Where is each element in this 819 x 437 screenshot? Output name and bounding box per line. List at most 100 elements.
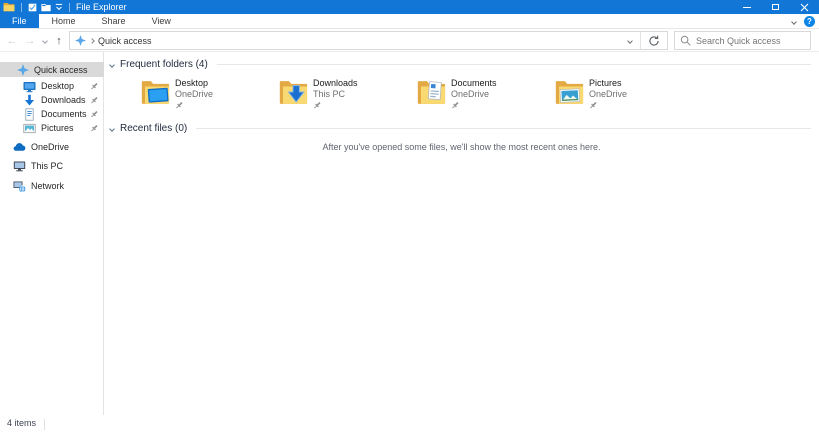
- pin-icon: [314, 101, 321, 109]
- ribbon-tab-row: File Home Share View ?: [0, 14, 819, 29]
- folder-tile-downloads[interactable]: Downloads This PC: [278, 78, 410, 115]
- sidebar-item-quick-access[interactable]: Quick access: [0, 62, 104, 77]
- window-controls: [732, 0, 819, 14]
- folder-tile-documents[interactable]: Documents OneDrive: [416, 78, 548, 115]
- sidebar-item-network[interactable]: Network: [0, 179, 104, 193]
- window-title: File Explorer: [76, 2, 127, 12]
- maximize-button[interactable]: [761, 0, 790, 14]
- breadcrumb-chevron-icon: [89, 37, 95, 44]
- status-bar: 4 items: [0, 415, 819, 437]
- tile-name: Desktop: [175, 78, 209, 88]
- sidebar-item-label: OneDrive: [31, 142, 70, 152]
- tile-name: Downloads: [313, 78, 358, 88]
- item-count: 4 items: [7, 418, 37, 428]
- recent-files-header[interactable]: Recent files (0): [109, 122, 811, 135]
- file-explorer-window: File Explorer File Home Share View ? ← →…: [0, 0, 819, 437]
- frequent-folders-tiles: Desktop OneDrive Downloads This PC Docum…: [104, 78, 819, 116]
- titlebar-separator: [21, 2, 22, 12]
- minimize-icon: [742, 6, 751, 8]
- desktop-folder-icon: [141, 81, 170, 104]
- tile-location: OneDrive: [175, 89, 214, 99]
- close-button[interactable]: [790, 0, 819, 14]
- section-title: Frequent folders (4): [120, 59, 208, 70]
- pin-icon: [452, 101, 459, 109]
- up-button[interactable]: ↑: [51, 29, 67, 52]
- address-dropdown-button[interactable]: [620, 32, 640, 49]
- pin-icon: [176, 101, 183, 109]
- sidebar-item-label: Documents: [41, 109, 87, 119]
- recent-files-empty-message: After you've opened some files, we'll sh…: [322, 142, 601, 152]
- titlebar-separator: [69, 2, 70, 12]
- sidebar-item-pictures[interactable]: Pictures: [0, 121, 104, 135]
- section-divider: [196, 128, 811, 129]
- onedrive-cloud-icon: [13, 142, 26, 151]
- collapse-section-icon[interactable]: [109, 61, 115, 68]
- pin-icon: [590, 101, 597, 109]
- tile-location: OneDrive: [451, 89, 490, 99]
- refresh-icon: [649, 35, 659, 46]
- back-button[interactable]: ←: [4, 29, 20, 52]
- pin-icon: [91, 110, 98, 118]
- navigation-pane: Quick access Desktop Downloads Documents…: [0, 52, 104, 415]
- folder-tile-desktop[interactable]: Desktop OneDrive: [140, 78, 272, 115]
- collapse-section-icon[interactable]: [109, 125, 115, 132]
- quick-access-star-icon: [17, 63, 29, 76]
- new-folder-icon[interactable]: [41, 3, 51, 12]
- quick-access-icon: [75, 35, 86, 46]
- tab-view[interactable]: View: [139, 14, 184, 28]
- titlebar[interactable]: File Explorer: [0, 0, 819, 14]
- folder-view: Frequent folders (4) Desktop OneDrive Do…: [104, 52, 819, 415]
- forward-button[interactable]: →: [22, 29, 38, 52]
- tile-name: Documents: [451, 78, 497, 88]
- sidebar-item-label: This PC: [31, 161, 64, 171]
- tile-location: This PC: [313, 89, 346, 99]
- sidebar-item-downloads[interactable]: Downloads: [0, 93, 104, 107]
- help-icon[interactable]: ?: [804, 16, 815, 27]
- app-folder-icon: [3, 3, 15, 12]
- desktop-icon: [23, 81, 36, 92]
- pictures-folder-icon: [555, 81, 584, 104]
- sidebar-item-this-pc[interactable]: This PC: [0, 159, 104, 173]
- this-pc-icon: [13, 161, 26, 171]
- search-input[interactable]: [696, 35, 805, 46]
- sidebar-item-label: Quick access: [34, 64, 88, 75]
- tile-location: OneDrive: [589, 89, 628, 99]
- maximize-icon: [772, 4, 779, 10]
- address-bar[interactable]: Quick access: [69, 31, 668, 50]
- refresh-button[interactable]: [640, 32, 667, 49]
- pin-icon: [91, 124, 98, 132]
- section-divider: [216, 64, 811, 65]
- folder-tile-pictures[interactable]: Pictures OneDrive: [554, 78, 686, 115]
- address-location: Quick access: [98, 35, 152, 46]
- tab-file[interactable]: File: [0, 14, 39, 28]
- tile-name: Pictures: [589, 78, 622, 88]
- network-icon: [13, 181, 26, 193]
- pin-icon: [91, 96, 98, 104]
- tab-home[interactable]: Home: [39, 14, 89, 28]
- sidebar-item-onedrive[interactable]: OneDrive: [0, 140, 104, 154]
- recent-locations-dropdown[interactable]: [39, 29, 51, 52]
- ribbon-right-controls: ?: [791, 14, 815, 29]
- breadcrumb: Quick access: [70, 35, 620, 46]
- properties-icon[interactable]: [28, 3, 37, 12]
- sidebar-item-documents[interactable]: Documents: [0, 107, 104, 121]
- pictures-icon: [23, 123, 36, 133]
- documents-icon: [25, 107, 34, 121]
- section-title: Recent files (0): [120, 123, 188, 134]
- pin-icon: [91, 82, 98, 90]
- tab-share[interactable]: Share: [89, 14, 139, 28]
- sidebar-item-desktop[interactable]: Desktop: [0, 79, 104, 93]
- search-box[interactable]: [674, 31, 811, 50]
- close-icon: [800, 3, 809, 11]
- customize-qat-dropdown-icon[interactable]: [55, 3, 63, 11]
- minimize-button[interactable]: [732, 0, 761, 14]
- expand-ribbon-icon[interactable]: [791, 18, 797, 25]
- sidebar-item-label: Pictures: [41, 123, 74, 133]
- quick-access-toolbar: [0, 2, 72, 12]
- navigation-bar: ← → ↑ Quick access: [0, 29, 819, 52]
- documents-folder-icon: [417, 81, 446, 104]
- frequent-folders-header[interactable]: Frequent folders (4): [109, 58, 811, 71]
- status-separator: [44, 419, 45, 430]
- downloads-icon: [25, 94, 34, 105]
- downloads-folder-icon: [279, 81, 308, 104]
